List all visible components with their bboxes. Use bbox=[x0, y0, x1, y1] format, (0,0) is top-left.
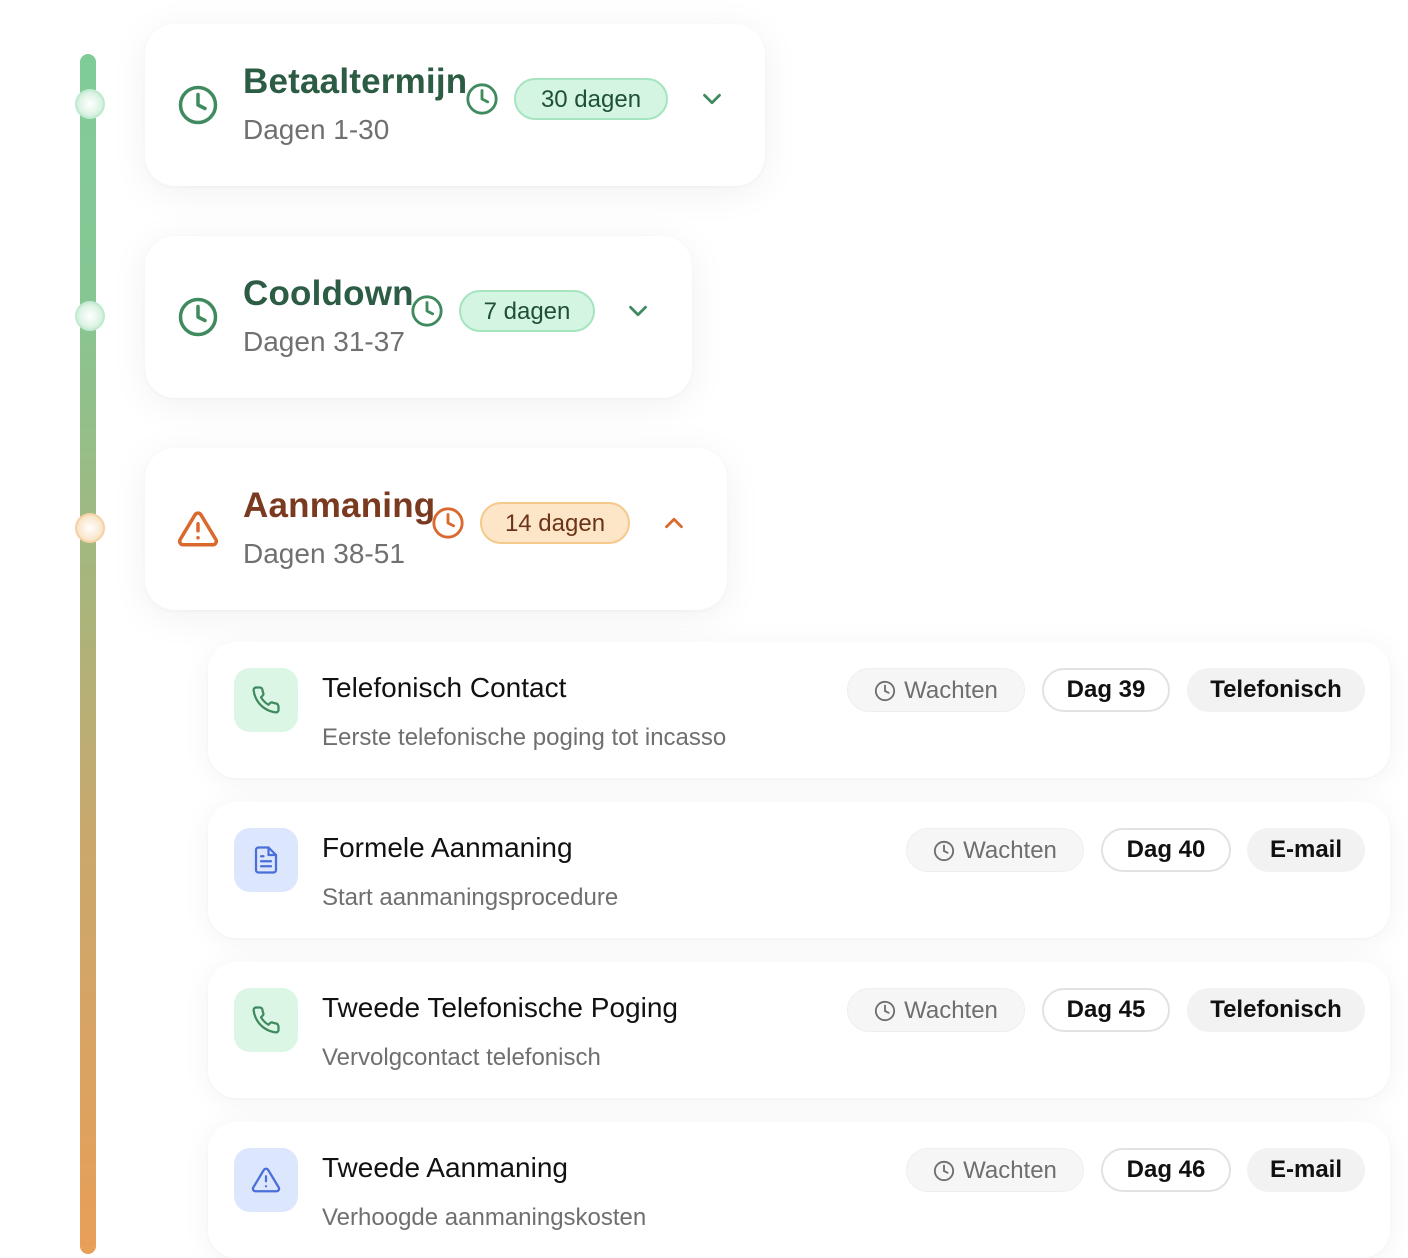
status-badge: Wachten bbox=[847, 668, 1025, 712]
clock-icon bbox=[874, 680, 896, 702]
day-badge: Dag 46 bbox=[1101, 1148, 1231, 1192]
step-description: Start aanmaningsprocedure bbox=[322, 884, 619, 911]
status-badge: Wachten bbox=[847, 988, 1025, 1032]
clock-icon bbox=[933, 1160, 955, 1182]
step-card[interactable]: Tweede Aanmaning Verhoogde aanmaningskos… bbox=[208, 1122, 1390, 1258]
clock-icon bbox=[933, 840, 955, 862]
channel-badge: Telefonisch bbox=[1187, 988, 1365, 1032]
step-title: Formele Aanmaning bbox=[322, 832, 573, 863]
status-label: Wachten bbox=[904, 677, 998, 704]
duration-badge: 30 dagen bbox=[514, 78, 668, 120]
timeline-dot-betaaltermijn bbox=[75, 89, 105, 119]
step-description: Vervolgcontact telefonisch bbox=[322, 1044, 601, 1071]
phase-range: Dagen 38-51 bbox=[243, 538, 405, 569]
status-label: Wachten bbox=[904, 997, 998, 1024]
day-badge: Dag 40 bbox=[1101, 828, 1231, 872]
duration-badge: 14 dagen bbox=[480, 502, 630, 544]
step-description: Verhoogde aanmaningskosten bbox=[322, 1204, 647, 1231]
step-title: Tweede Telefonische Poging bbox=[322, 992, 678, 1023]
phase-title: Betaaltermijn bbox=[243, 62, 468, 101]
phase-range: Dagen 1-30 bbox=[243, 114, 390, 145]
clock-icon bbox=[411, 295, 443, 327]
step-card[interactable]: Telefonisch Contact Eerste telefonische … bbox=[208, 642, 1390, 778]
clock-icon bbox=[178, 297, 218, 337]
step-title: Tweede Aanmaning bbox=[322, 1152, 568, 1183]
clock-icon bbox=[432, 507, 464, 539]
clock-icon bbox=[178, 85, 218, 125]
chevron-down-icon[interactable] bbox=[623, 296, 653, 326]
channel-badge: E-mail bbox=[1247, 828, 1365, 872]
step-icon-box bbox=[234, 988, 298, 1052]
chevron-down-icon[interactable] bbox=[697, 84, 727, 114]
status-badge: Wachten bbox=[906, 1148, 1084, 1192]
warning-icon bbox=[251, 1167, 281, 1193]
day-badge: Dag 45 bbox=[1042, 988, 1170, 1032]
day-badge: Dag 39 bbox=[1042, 668, 1170, 712]
step-icon-box bbox=[234, 828, 298, 892]
chevron-up-icon[interactable] bbox=[659, 508, 689, 538]
phase-card-betaaltermijn[interactable]: Betaaltermijn Dagen 1-30 30 dagen bbox=[145, 24, 765, 186]
phase-range: Dagen 31-37 bbox=[243, 326, 405, 357]
clock-icon bbox=[874, 1000, 896, 1022]
channel-badge: Telefonisch bbox=[1187, 668, 1365, 712]
timeline-dot-cooldown bbox=[75, 301, 105, 331]
phase-card-aanmaning[interactable]: Aanmaning Dagen 38-51 14 dagen bbox=[145, 448, 727, 610]
timeline-rail bbox=[80, 54, 96, 1254]
step-card[interactable]: Formele Aanmaning Start aanmaningsproced… bbox=[208, 802, 1390, 938]
phone-icon bbox=[252, 686, 280, 714]
phase-card-cooldown[interactable]: Cooldown Dagen 31-37 7 dagen bbox=[145, 236, 692, 398]
phone-icon bbox=[252, 1006, 280, 1034]
step-icon-box bbox=[234, 1148, 298, 1212]
step-description: Eerste telefonische poging tot incasso bbox=[322, 724, 727, 751]
step-title: Telefonisch Contact bbox=[322, 672, 567, 703]
status-badge: Wachten bbox=[906, 828, 1084, 872]
clock-icon bbox=[466, 83, 498, 115]
document-icon bbox=[254, 846, 278, 874]
phase-title: Aanmaning bbox=[243, 486, 436, 525]
status-label: Wachten bbox=[963, 837, 1057, 864]
timeline-dot-aanmaning bbox=[75, 513, 105, 543]
duration-badge: 7 dagen bbox=[459, 290, 595, 332]
status-label: Wachten bbox=[963, 1157, 1057, 1184]
step-card[interactable]: Tweede Telefonische Poging Vervolgcontac… bbox=[208, 962, 1390, 1098]
channel-badge: E-mail bbox=[1247, 1148, 1365, 1192]
warning-icon bbox=[177, 511, 219, 547]
phase-title: Cooldown bbox=[243, 274, 414, 313]
step-icon-box bbox=[234, 668, 298, 732]
